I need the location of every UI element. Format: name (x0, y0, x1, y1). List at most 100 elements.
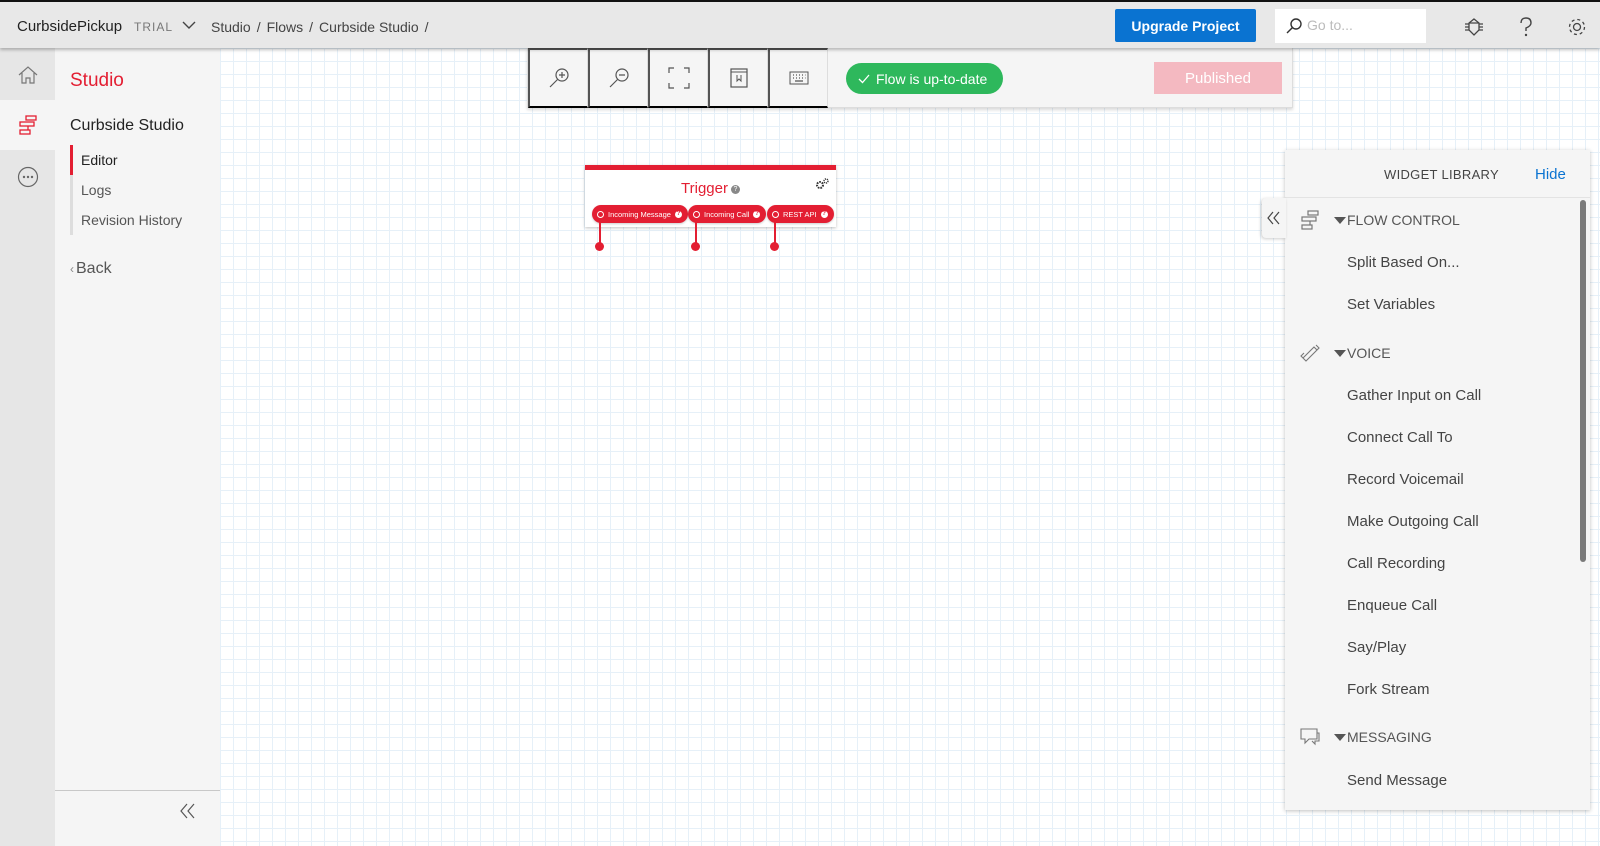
rail-item-more[interactable] (0, 152, 55, 202)
flow-nav-list: Editor Logs Revision History (70, 145, 182, 235)
breadcrumb-separator: / (309, 19, 314, 35)
zoom-out-icon (609, 68, 629, 88)
rail-item-studio[interactable] (0, 100, 55, 150)
port-incoming-message[interactable]: Incoming Message? (592, 205, 688, 223)
double-chevron-left-icon (1267, 211, 1280, 225)
back-chevron-icon: ‹ (70, 262, 74, 276)
zoom-out-button[interactable] (588, 48, 648, 108)
help-icon: ? (674, 210, 682, 218)
widget-item[interactable]: Gather Input on Call (1347, 387, 1481, 404)
collapse-sidebar-icon[interactable] (178, 801, 198, 821)
publish-button[interactable]: Published (1154, 62, 1282, 94)
side-nav: Studio Curbside Studio Editor Logs Revis… (55, 48, 220, 846)
left-rail (0, 48, 55, 846)
connector-handle-rest-api[interactable] (770, 242, 779, 251)
help-icon: ? (753, 210, 761, 218)
breadcrumb-flows[interactable]: Flows (267, 19, 304, 35)
connector-handle-incoming-message[interactable] (595, 242, 604, 251)
home-icon (18, 66, 37, 84)
section-messaging[interactable]: MESSAGING (1285, 722, 1575, 752)
debugger-bug-icon[interactable] (1463, 16, 1485, 38)
port-ring-icon (597, 210, 604, 218)
widget-item[interactable]: Record Voicemail (1347, 471, 1464, 488)
widget-item[interactable]: Connect Call To (1347, 429, 1453, 446)
rail-item-home[interactable] (0, 50, 55, 100)
upgrade-project-button[interactable]: Upgrade Project (1115, 9, 1256, 42)
connector-handle-incoming-call[interactable] (691, 242, 700, 251)
keyboard-shortcuts-button[interactable] (768, 48, 828, 108)
caret-down-icon (1334, 217, 1346, 224)
trial-badge: TRIAL (134, 20, 174, 34)
help-icon: ? (820, 210, 828, 218)
port-label: Incoming Message (608, 209, 671, 219)
goto-search[interactable] (1275, 9, 1426, 43)
widget-item[interactable]: Make Outgoing Call (1347, 513, 1479, 530)
breadcrumb-separator: / (256, 19, 261, 35)
widget-library-header: WIDGET LIBRARY Hide (1285, 150, 1590, 198)
widget-library-title: WIDGET LIBRARY (1384, 167, 1499, 182)
widget-library-collapse-tab[interactable] (1262, 198, 1286, 238)
flow-studio-icon (18, 115, 37, 135)
widget-library-scrollbar[interactable] (1580, 200, 1586, 562)
breadcrumb-flow[interactable]: Curbside Studio (319, 19, 419, 35)
widget-item[interactable]: Fork Stream (1347, 681, 1430, 698)
goto-search-input[interactable] (1307, 17, 1417, 33)
nav-item-revision-history[interactable]: Revision History (73, 205, 182, 235)
widget-item[interactable]: Set Variables (1347, 296, 1435, 313)
settings-gear-icon[interactable] (1566, 16, 1588, 38)
section-flow-control[interactable]: FLOW CONTROL (1285, 205, 1575, 235)
trigger-widget[interactable]: Trigger? Incoming Message? Incoming Call… (585, 165, 836, 227)
widget-library-list: FLOW CONTROL Split Based On... Set Varia… (1285, 199, 1590, 810)
top-bar: CurbsidePickup TRIAL Studio / Flows / Cu… (0, 0, 1600, 48)
trigger-title: Trigger? (585, 180, 836, 197)
port-incoming-call[interactable]: Incoming Call? (688, 205, 767, 223)
connector-wire (599, 218, 601, 244)
back-link[interactable]: ‹ Back (70, 260, 112, 278)
connector-wire (774, 218, 776, 244)
connector-wire (695, 218, 697, 244)
chat-bubbles-icon (1300, 728, 1320, 746)
widget-item[interactable]: Call Recording (1347, 555, 1445, 572)
widget-item[interactable]: Split Based On... (1347, 254, 1460, 271)
port-label: Incoming Call (704, 209, 750, 219)
docs-button[interactable] (708, 48, 768, 108)
breadcrumb-studio[interactable]: Studio (211, 19, 251, 35)
chevron-down-icon[interactable] (181, 19, 197, 31)
flow-status-badge: Flow is up-to-date (846, 63, 1004, 94)
docs-bookmark-icon (729, 68, 748, 88)
divider (55, 790, 220, 791)
breadcrumb: Studio / Flows / Curbside Studio / (211, 19, 429, 35)
caret-down-icon (1334, 350, 1346, 357)
help-question-icon[interactable] (1515, 16, 1537, 38)
trigger-title-text: Trigger (681, 180, 728, 197)
flow-name: Curbside Studio (70, 117, 184, 134)
search-icon (1286, 18, 1302, 34)
phone-icon (1300, 344, 1320, 362)
zoom-in-button[interactable] (528, 48, 588, 108)
flow-status-text: Flow is up-to-date (876, 70, 988, 87)
widget-settings-gears-icon[interactable] (814, 177, 830, 191)
widget-item[interactable]: Send Message (1347, 772, 1447, 789)
nav-item-editor[interactable]: Editor (70, 145, 182, 175)
section-label: FLOW CONTROL (1347, 212, 1460, 228)
more-ellipsis-icon (17, 166, 38, 188)
widget-library-panel: WIDGET LIBRARY Hide FLOW CONTROL Split B… (1285, 150, 1590, 810)
widget-item[interactable]: Enqueue Call (1347, 597, 1437, 614)
port-ring-icon (693, 210, 700, 218)
port-ring-icon (772, 210, 779, 218)
port-rest-api[interactable]: REST API? (767, 205, 834, 223)
zoom-in-icon (549, 68, 569, 88)
section-label: MESSAGING (1347, 729, 1432, 745)
fit-to-screen-icon (667, 67, 690, 89)
nav-item-logs[interactable]: Logs (73, 175, 182, 205)
section-voice[interactable]: VOICE (1285, 338, 1575, 368)
widget-item[interactable]: Say/Play (1347, 639, 1406, 656)
help-icon[interactable]: ? (730, 184, 740, 194)
section-label: VOICE (1347, 345, 1391, 361)
checkmark-icon (858, 74, 870, 83)
hide-library-link[interactable]: Hide (1535, 166, 1566, 183)
keyboard-shortcuts-icon (789, 71, 808, 85)
project-name[interactable]: CurbsidePickup (17, 18, 122, 35)
editor-toolbar: Flow is up-to-date Published (527, 48, 1293, 108)
fit-to-screen-button[interactable] (648, 48, 708, 108)
